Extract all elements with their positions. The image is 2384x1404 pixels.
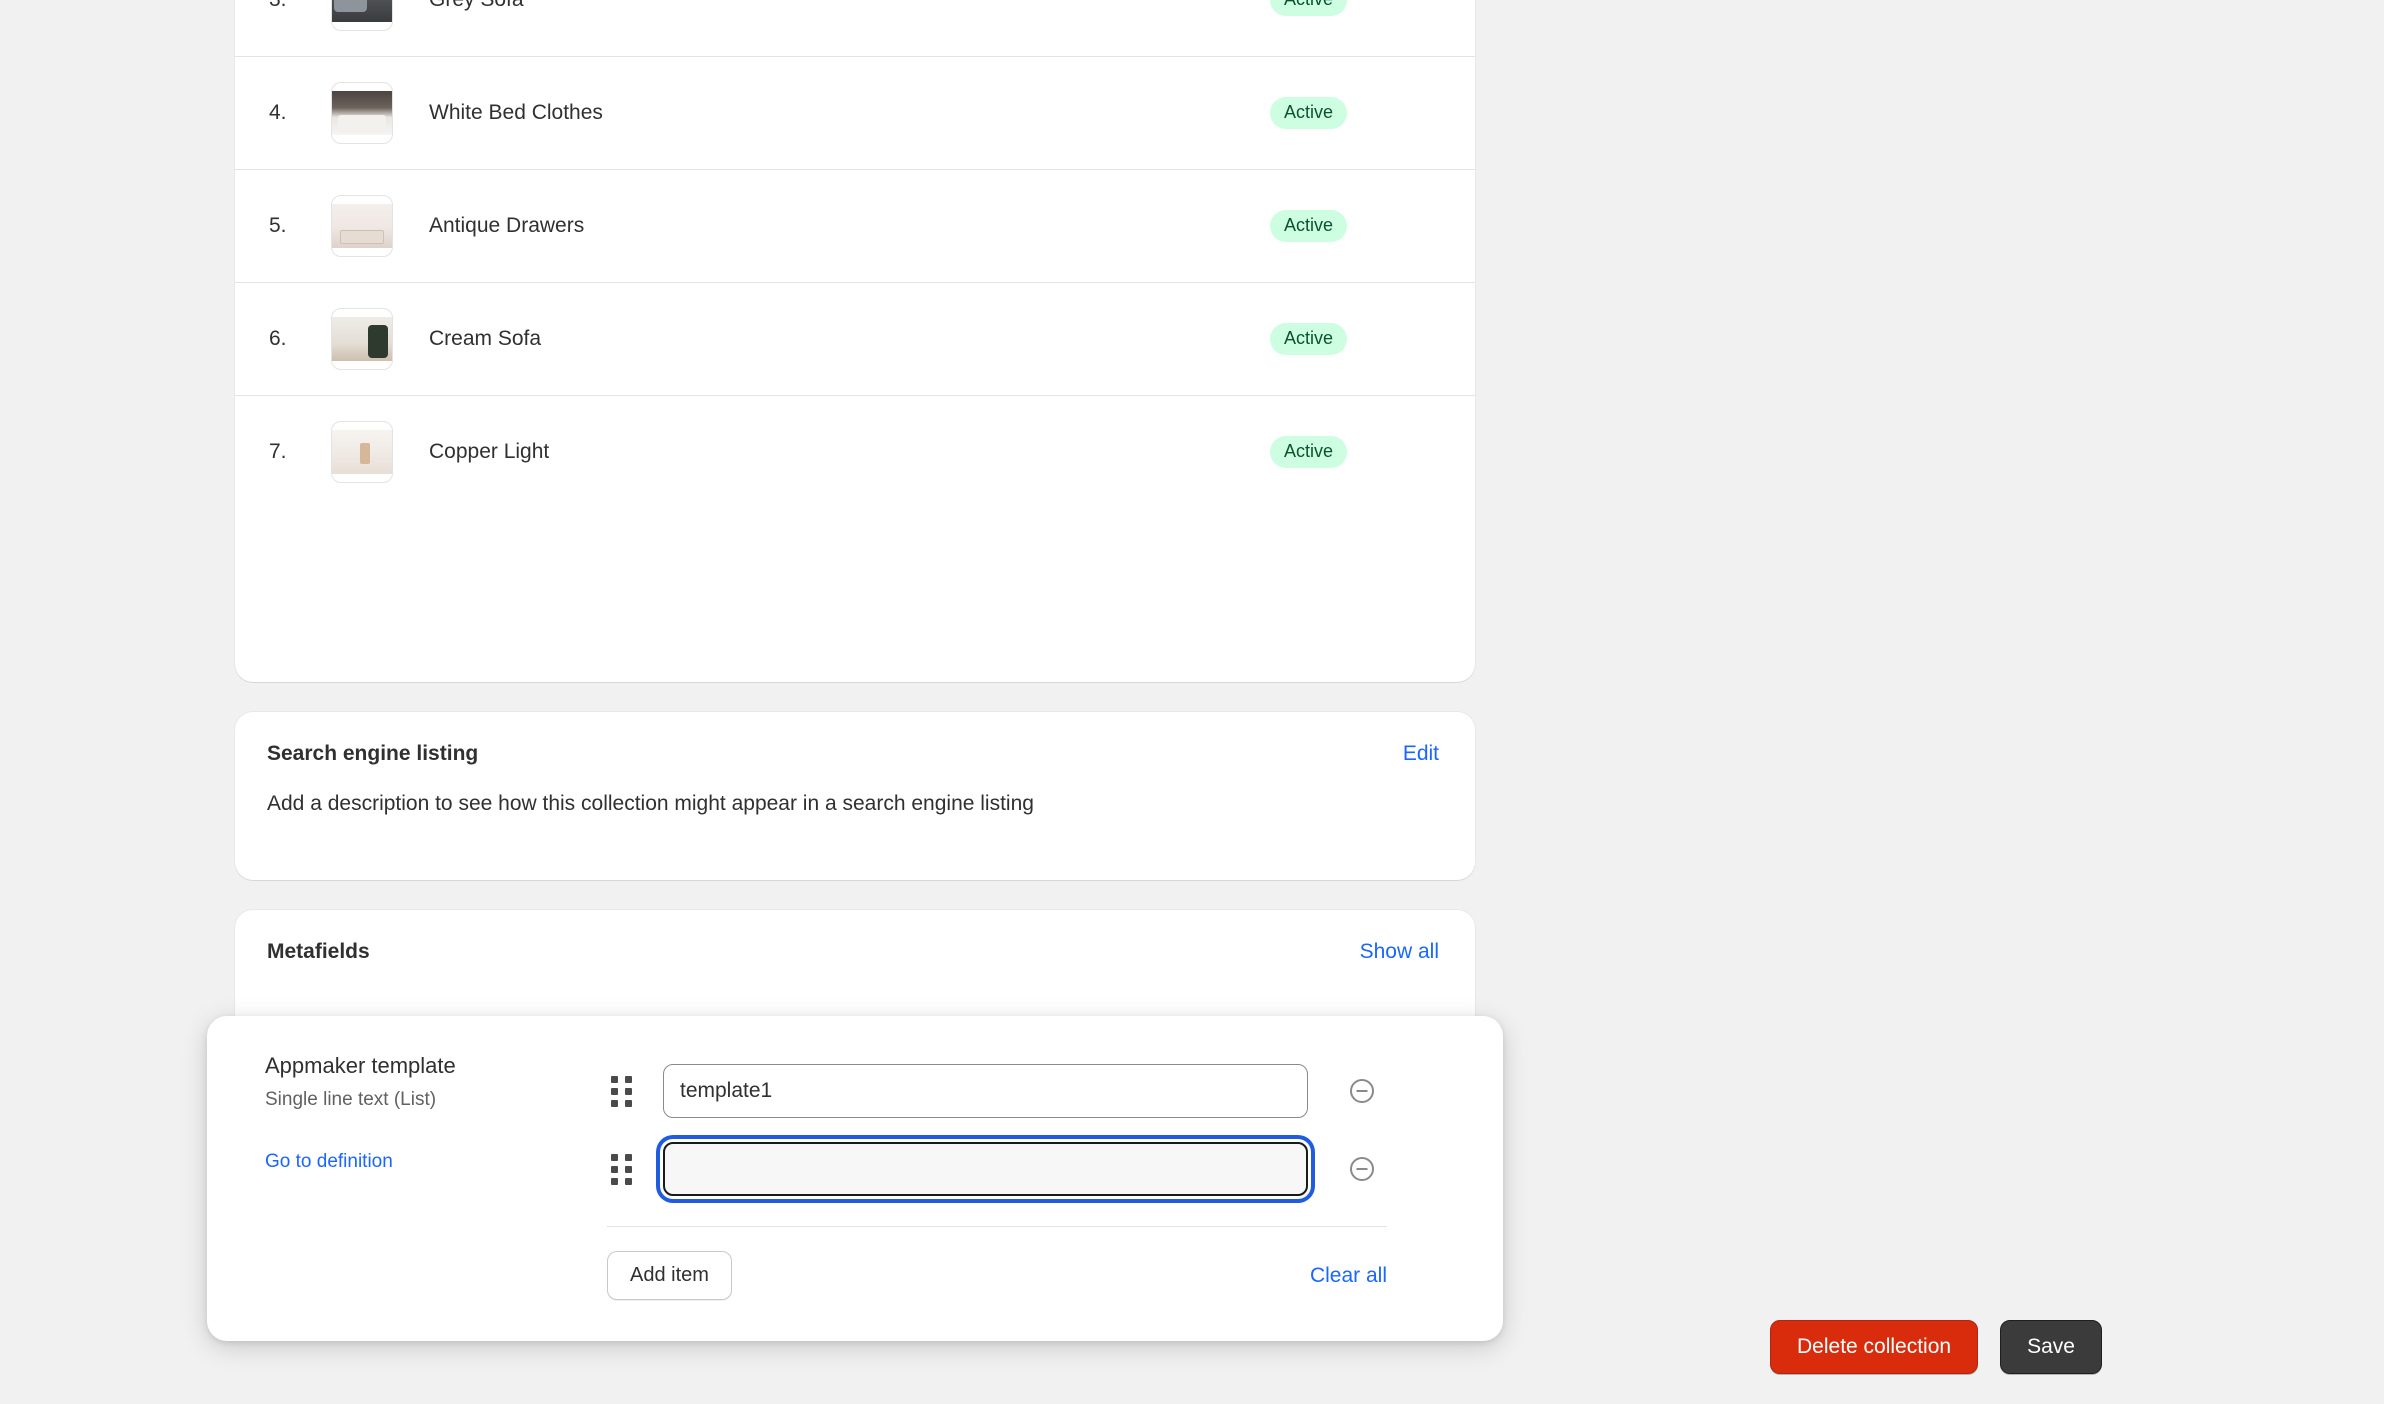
product-row[interactable]: 6. Cream SofaActive	[235, 282, 1475, 395]
product-title: White Bed Clothes	[429, 101, 1270, 125]
metafield-editor-popover: Appmaker template Single line text (List…	[207, 1016, 1503, 1341]
product-thumbnail	[331, 195, 393, 257]
product-thumbnail	[331, 82, 393, 144]
save-button[interactable]: Save	[2000, 1320, 2102, 1374]
product-thumbnail	[331, 421, 393, 483]
status-badge: Active	[1270, 97, 1347, 130]
metafield-value-row	[607, 1130, 1463, 1208]
metafield-label-column: Appmaker template Single line text (List…	[207, 1052, 607, 1341]
delete-collection-button[interactable]: Delete collection	[1770, 1320, 1978, 1374]
seo-description: Add a description to see how this collec…	[235, 766, 1475, 816]
product-row[interactable]: 4. White Bed ClothesActive	[235, 56, 1475, 169]
product-list: 2.Yellow SofaActive3.Grey SofaActive4.Wh…	[235, 0, 1475, 508]
status-badge: Active	[1270, 0, 1347, 16]
product-title: Copper Light	[429, 440, 1270, 464]
product-thumbnail	[331, 0, 393, 31]
product-row-index: 6.	[269, 327, 331, 351]
metafields-header: Metafields Show all	[235, 910, 1475, 964]
product-row-index: 5.	[269, 214, 331, 238]
metafield-actions: Add item Clear all	[607, 1251, 1387, 1300]
metafields-title: Metafields	[267, 940, 370, 964]
drag-handle-icon[interactable]	[607, 1152, 635, 1186]
metafield-divider	[607, 1226, 1387, 1227]
minus-circle-icon[interactable]	[1342, 1149, 1382, 1189]
product-row-index: 4.	[269, 101, 331, 125]
metafield-values-column: Add item Clear all	[607, 1052, 1503, 1341]
product-title: Antique Drawers	[429, 214, 1270, 238]
collection-products-card: 2.Yellow SofaActive3.Grey SofaActive4.Wh…	[235, 0, 1475, 682]
seo-title: Search engine listing	[267, 742, 478, 766]
metafield-editor-body: Appmaker template Single line text (List…	[207, 1016, 1503, 1341]
product-title: Grey Sofa	[429, 0, 1270, 12]
metafield-value-input[interactable]	[663, 1064, 1308, 1118]
status-badge: Active	[1270, 323, 1347, 356]
product-row-index: 7.	[269, 440, 331, 464]
add-item-button[interactable]: Add item	[607, 1251, 732, 1300]
clear-all-link[interactable]: Clear all	[1310, 1264, 1387, 1288]
product-row[interactable]: 3. Grey SofaActive	[235, 0, 1475, 56]
product-thumbnail	[331, 308, 393, 370]
seo-edit-link[interactable]: Edit	[1403, 742, 1439, 766]
product-row-index: 3.	[269, 0, 331, 12]
metafield-value-input[interactable]	[663, 1142, 1308, 1196]
search-engine-listing-card: Search engine listing Edit Add a descrip…	[235, 712, 1475, 880]
go-to-definition-link[interactable]: Go to definition	[265, 1151, 393, 1173]
metafield-value-row	[607, 1052, 1463, 1130]
drag-handle-icon[interactable]	[607, 1074, 635, 1108]
minus-circle-icon[interactable]	[1342, 1071, 1382, 1111]
page-action-bar: Delete collection Save	[1770, 1320, 2102, 1374]
product-row[interactable]: 5. Antique DrawersActive	[235, 169, 1475, 282]
product-title: Cream Sofa	[429, 327, 1270, 351]
metafield-type: Single line text (List)	[265, 1089, 607, 1111]
metafields-show-all-link[interactable]: Show all	[1360, 940, 1439, 964]
product-row[interactable]: 7. Copper LightActive	[235, 395, 1475, 508]
page-root: 2.Yellow SofaActive3.Grey SofaActive4.Wh…	[0, 0, 2384, 1404]
status-badge: Active	[1270, 436, 1347, 469]
metafield-name: Appmaker template	[265, 1052, 607, 1081]
seo-header: Search engine listing Edit	[235, 712, 1475, 766]
status-badge: Active	[1270, 210, 1347, 243]
